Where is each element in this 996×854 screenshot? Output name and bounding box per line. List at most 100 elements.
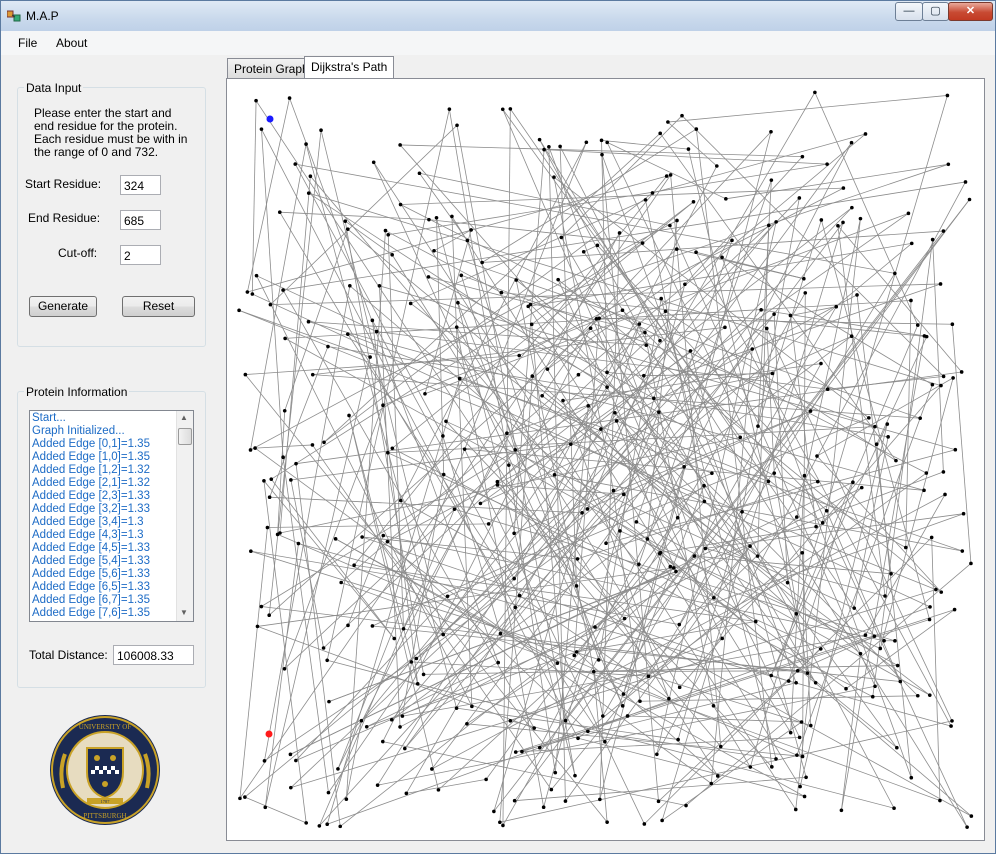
graph-node: [804, 775, 808, 780]
log-entry[interactable]: Graph Initialized...: [32, 425, 178, 438]
graph-node: [380, 739, 385, 744]
reset-button[interactable]: Reset: [122, 296, 195, 317]
log-entry[interactable]: Added Edge [4,3]=1.3: [32, 529, 178, 542]
graph-edge: [419, 173, 468, 241]
graph-node: [849, 140, 854, 145]
graph-edge: [725, 163, 949, 200]
scroll-down-icon[interactable]: ▼: [180, 608, 188, 617]
graph-edge: [245, 355, 520, 375]
graph-node: [322, 440, 326, 445]
log-entry[interactable]: Added Edge [2,3]=1.33: [32, 490, 178, 503]
graph-node: [238, 796, 242, 801]
maximize-button[interactable]: ▢: [922, 2, 949, 21]
graph-node: [895, 745, 899, 750]
graph-edge: [252, 293, 931, 608]
start-residue-input[interactable]: 324: [120, 175, 161, 195]
graph-node: [352, 563, 356, 568]
menu-about[interactable]: About: [56, 36, 87, 50]
start-node-marker[interactable]: [266, 115, 274, 123]
graph-node: [254, 273, 259, 278]
close-button[interactable]: ✕: [948, 2, 993, 21]
graph-node: [930, 382, 935, 387]
graph-node: [614, 419, 619, 423]
end-node-marker[interactable]: [265, 730, 273, 738]
log-listbox[interactable]: Start... Graph Initialized... Added Edge […: [29, 410, 194, 622]
graph-edge: [627, 715, 802, 723]
graph-node: [540, 393, 544, 398]
graph-node: [893, 271, 897, 276]
cutoff-input[interactable]: 2: [120, 245, 161, 265]
graph-node: [549, 787, 554, 792]
graph-node: [824, 509, 829, 513]
graph-node: [389, 717, 394, 722]
graph-edge: [845, 609, 955, 690]
log-entry[interactable]: Added Edge [5,6]=1.33: [32, 568, 178, 581]
total-distance-field[interactable]: 106008.33: [113, 645, 194, 665]
graph-node: [680, 113, 684, 118]
log-entry[interactable]: Added Edge [5,4]=1.33: [32, 555, 178, 568]
graph-node: [345, 227, 350, 231]
graph-edge: [264, 543, 299, 808]
university-seal-logo: UNIVERSITY OF PITTSBURGH 1787: [50, 715, 160, 825]
log-entry[interactable]: Added Edge [2,1]=1.32: [32, 477, 178, 490]
start-residue-label: Start Residue:: [25, 177, 102, 191]
end-residue-input[interactable]: 685: [120, 210, 161, 230]
graph-node: [939, 383, 943, 388]
graph-node: [245, 290, 250, 294]
minimize-button[interactable]: —: [895, 2, 923, 21]
graph-node: [470, 704, 474, 709]
graph-node: [343, 219, 348, 223]
graph-node: [927, 693, 932, 697]
graph-edge: [238, 309, 371, 358]
graph-node: [613, 410, 617, 415]
log-entry[interactable]: Added Edge [6,5]=1.33: [32, 581, 178, 594]
graph-node: [346, 623, 350, 628]
tab-dijkstras-path[interactable]: Dijkstra's Path: [304, 56, 395, 80]
graph-edge: [513, 410, 811, 534]
log-entry[interactable]: Added Edge [4,5]=1.33: [32, 542, 178, 555]
scroll-up-icon[interactable]: ▲: [180, 413, 188, 422]
graph-node: [486, 522, 491, 526]
log-entry[interactable]: Added Edge [3,4]=1.3: [32, 516, 178, 529]
menu-file[interactable]: File: [18, 36, 37, 50]
graph-edge: [295, 463, 341, 827]
graph-edge: [773, 473, 808, 674]
tab-protein-graph[interactable]: Protein Graph: [227, 58, 316, 79]
graph-node: [637, 562, 641, 567]
graph-node: [674, 247, 679, 251]
log-entry[interactable]: Added Edge [1,2]=1.32: [32, 464, 178, 477]
graph-edge: [388, 163, 828, 236]
graph-node: [400, 714, 405, 718]
graph-node: [889, 571, 893, 576]
log-entry[interactable]: Added Edge [6,7]=1.35: [32, 594, 178, 607]
graph-node: [800, 754, 805, 759]
log-entry[interactable]: Added Edge [7,6]=1.35: [32, 607, 178, 620]
graph-node: [530, 374, 535, 378]
log-entry[interactable]: Added Edge [0,1]=1.35: [32, 438, 178, 451]
log-entry[interactable]: Added Edge [3,2]=1.33: [32, 503, 178, 516]
graph-node: [265, 525, 270, 530]
graph-node: [759, 308, 763, 312]
graph-node: [513, 605, 518, 610]
graph-node: [788, 313, 793, 318]
generate-button[interactable]: Generate: [29, 296, 97, 317]
graph-node: [805, 671, 810, 675]
graph-node: [841, 220, 845, 225]
log-entry[interactable]: Added Edge [1,0]=1.35: [32, 451, 178, 464]
graph-node: [909, 241, 914, 246]
log-entry[interactable]: Start...: [32, 412, 178, 425]
graph-node: [668, 173, 673, 177]
graph-edge: [879, 377, 954, 649]
graph-node: [667, 696, 671, 701]
graph-node: [797, 735, 802, 740]
graph-node: [513, 448, 518, 452]
svg-text:PITTSBURGH: PITTSBURGH: [83, 812, 126, 820]
graph-node: [841, 186, 846, 190]
graph-node: [317, 824, 322, 828]
graph-node: [555, 661, 560, 665]
scroll-thumb[interactable]: [178, 428, 192, 445]
log-scrollbar[interactable]: ▲ ▼: [176, 411, 193, 621]
protein-graph-canvas[interactable]: [227, 79, 984, 840]
title-bar[interactable]: M.A.P — ▢ ✕: [1, 1, 995, 31]
graph-node: [310, 372, 315, 377]
